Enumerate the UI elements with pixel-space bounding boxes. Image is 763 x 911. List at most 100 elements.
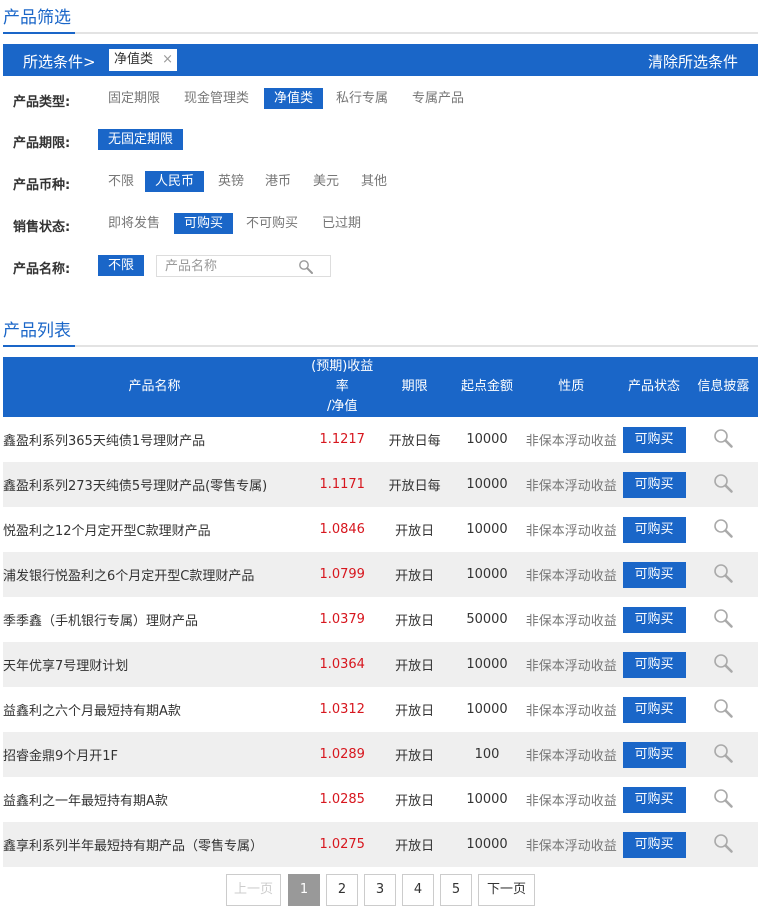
table-row: 益鑫利之六个月最短持有期A款 1.0312 开放日 10000 非保本浮动收益 可购买 [3, 687, 758, 732]
product-status-cell: 可购买 [619, 417, 688, 462]
filter-option-selected[interactable]: 人民币 [145, 171, 205, 192]
product-nature: 非保本浮动收益 [525, 434, 617, 449]
filter-option[interactable]: 专属产品 [402, 88, 474, 109]
col-header-min-amount[interactable]: 起点金额 [450, 357, 524, 417]
magnifier-icon[interactable] [712, 697, 734, 719]
filter-label: 产品名称: [13, 262, 71, 277]
buy-button[interactable]: 可购买 [622, 651, 686, 678]
product-min-amount: 10000 [450, 462, 524, 507]
magnifier-icon[interactable] [712, 742, 734, 764]
prev-page-button[interactable]: 上一页 [226, 874, 281, 906]
filter-option[interactable]: 私行专属 [326, 88, 398, 109]
product-nature: 非保本浮动收益 [525, 794, 617, 809]
filter-option-selected[interactable]: 可购买 [174, 213, 234, 234]
page-button-current[interactable]: 1 [288, 874, 320, 906]
list-section-divider [3, 345, 758, 347]
product-name[interactable]: 益鑫利之一年最短持有期A款 [3, 777, 306, 822]
filter-option[interactable]: 港币 [255, 171, 301, 192]
buy-button[interactable]: 可购买 [622, 741, 686, 768]
buy-button[interactable]: 可购买 [622, 831, 686, 858]
product-name[interactable]: 益鑫利之六个月最短持有期A款 [3, 687, 306, 732]
filter-label: 产品币种: [13, 178, 71, 193]
product-name-search [156, 255, 331, 277]
clear-conditions-button[interactable]: 清除所选条件 [648, 51, 738, 72]
magnifier-icon[interactable] [712, 562, 734, 584]
magnifier-icon[interactable] [712, 652, 734, 674]
table-header-row: 产品名称 (预期)收益率/净值 期限 起点金额 性质 产品状态 信息披露 [3, 357, 758, 417]
magnifier-icon[interactable] [298, 259, 314, 275]
product-name[interactable]: 鑫盈利系列365天纯债1号理财产品 [3, 417, 306, 462]
filter-option[interactable]: 英镑 [208, 171, 254, 192]
magnifier-icon[interactable] [712, 517, 734, 539]
disclosure-cell [688, 552, 758, 597]
magnifier-icon[interactable] [712, 832, 734, 854]
col-header-rate[interactable]: (预期)收益率/净值 [306, 357, 379, 417]
buy-button[interactable]: 可购买 [622, 696, 686, 723]
buy-button[interactable]: 可购买 [622, 426, 686, 453]
next-page-button[interactable]: 下一页 [478, 874, 535, 906]
product-name[interactable]: 浦发银行悦盈利之6个月定开型C款理财产品 [3, 552, 307, 597]
page-button[interactable]: 2 [326, 874, 358, 906]
selected-conditions-bar: 所选条件> 净值类 × 清除所选条件 [3, 44, 758, 76]
product-rate: 1.0275 [306, 822, 379, 867]
filter-option[interactable]: 即将发售 [98, 213, 170, 234]
col-header-name[interactable]: 产品名称 [3, 357, 307, 417]
product-status-cell: 可购买 [619, 552, 689, 597]
product-min-amount: 10000 [466, 432, 508, 447]
filter-option-selected[interactable]: 不限 [98, 255, 145, 276]
buy-button[interactable]: 可购买 [622, 471, 686, 498]
filter-option[interactable]: 不限 [98, 171, 144, 192]
product-name[interactable]: 鑫盈利系列273天纯债5号理财产品(零售专属) [3, 462, 307, 507]
filter-section-title: 产品筛选 [3, 8, 71, 28]
table-row: 悦盈利之12个月定开型C款理财产品 1.0846 开放日 10000 非保本浮动收益 可购… [3, 507, 758, 552]
filter-option-selected[interactable]: 无固定期限 [98, 129, 184, 150]
filter-option[interactable]: 已过期 [312, 213, 371, 234]
filter-option[interactable]: 其他 [351, 171, 397, 192]
product-min-amount: 10000 [450, 552, 524, 597]
page-button[interactable]: 4 [402, 874, 434, 906]
buy-button[interactable]: 可购买 [622, 786, 686, 813]
product-status-cell: 可购买 [619, 507, 688, 552]
filter-option[interactable]: 美元 [303, 171, 349, 192]
filter-option[interactable]: 现金管理类 [174, 88, 259, 109]
page-button[interactable]: 5 [440, 874, 472, 906]
table-row: 天年优享7号理财计划 1.0364 开放日 10000 非保本浮动收益 可购买 [3, 642, 758, 687]
disclosure-cell [689, 687, 758, 732]
product-rate: 1.0285 [319, 792, 365, 807]
product-status-cell: 可购买 [619, 462, 689, 507]
product-nature: 非保本浮动收益 [525, 524, 617, 539]
product-name[interactable]: 招睿金鼎9个月开1F [3, 732, 307, 777]
product-name-input[interactable] [157, 256, 287, 276]
table-row: 鑫盈利系列365天纯债1号理财产品 1.1217 开放日每 10000 非保本浮动收益可… [3, 417, 758, 462]
filter-label: 产品期限: [13, 136, 71, 151]
product-rate: 1.1171 [306, 462, 379, 507]
product-status-cell: 可购买 [619, 597, 688, 642]
product-name[interactable]: 鑫享利系列半年最短持有期产品（零售专属） [3, 822, 307, 867]
filter-option[interactable]: 不可购买 [236, 213, 308, 234]
filter-option-selected[interactable]: 净值类 [264, 88, 324, 109]
product-rate: 1.0364 [306, 642, 379, 687]
selected-condition-chip: 净值类 × [109, 49, 177, 71]
magnifier-icon[interactable] [712, 787, 734, 809]
buy-button[interactable]: 可购买 [622, 516, 686, 543]
magnifier-icon[interactable] [712, 427, 734, 449]
close-icon[interactable]: × [162, 49, 173, 71]
product-term: 开放日每 [378, 462, 451, 507]
buy-button[interactable]: 可购买 [622, 561, 686, 588]
page-button[interactable]: 3 [364, 874, 396, 906]
product-status-cell: 可购买 [619, 642, 689, 687]
col-header-term[interactable]: 期限 [378, 357, 451, 417]
product-name[interactable]: 天年优享7号理财计划 [3, 642, 307, 687]
product-term: 开放日 [395, 704, 435, 719]
buy-button[interactable]: 可购买 [622, 606, 686, 633]
filter-label: 销售状态: [13, 220, 71, 235]
product-term: 开放日 [378, 552, 451, 597]
col-header-status: 产品状态 [619, 357, 689, 417]
magnifier-icon[interactable] [712, 607, 734, 629]
magnifier-icon[interactable] [712, 472, 734, 494]
filter-option[interactable]: 固定期限 [98, 88, 170, 109]
product-name[interactable]: 悦盈利之12个月定开型C款理财产品 [3, 507, 306, 552]
product-name[interactable]: 季季鑫（手机银行专属）理财产品 [3, 597, 306, 642]
product-nature: 非保本浮动收益 [523, 552, 620, 597]
list-section-title: 产品列表 [3, 321, 71, 341]
